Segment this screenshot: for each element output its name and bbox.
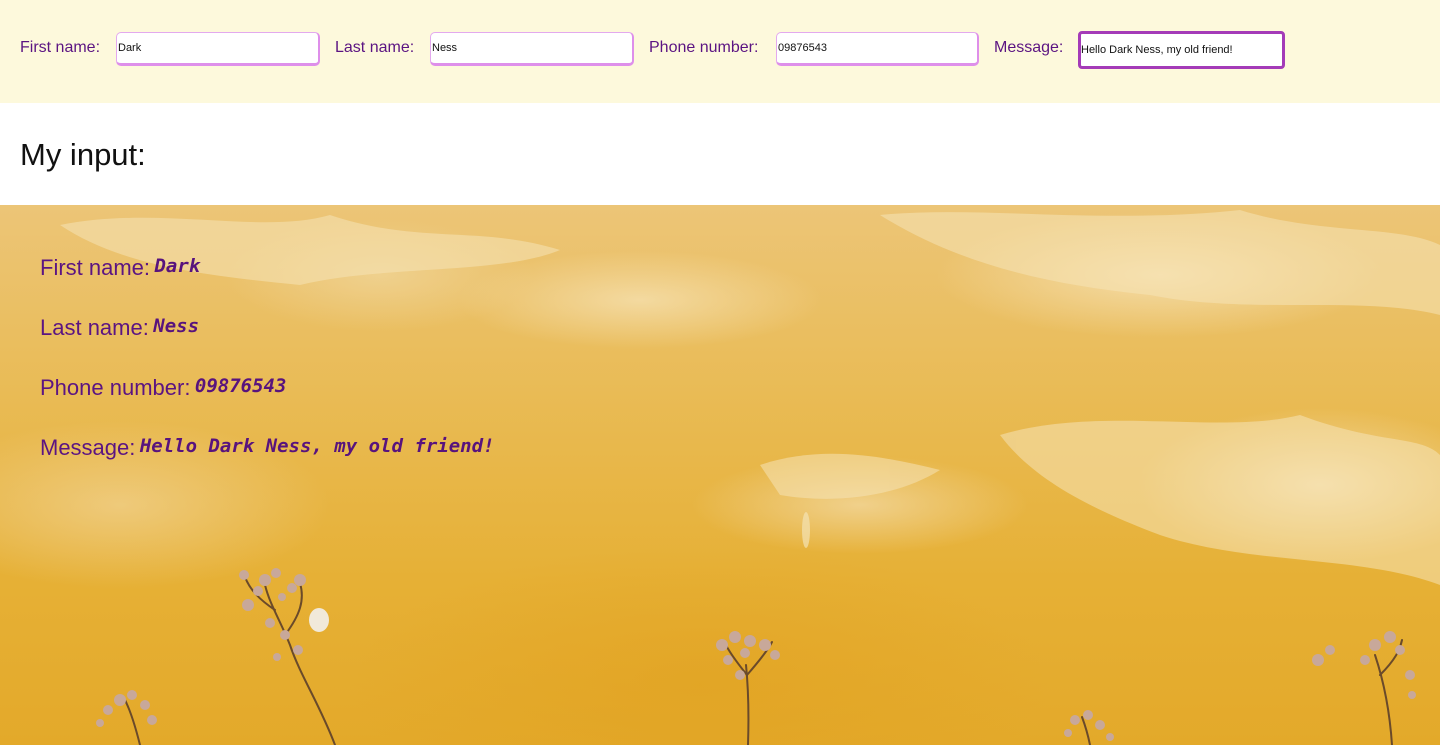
- phone-number-label: Phone number:: [649, 39, 759, 56]
- output-first-name-label: First name:: [40, 255, 151, 280]
- first-name-input[interactable]: [116, 32, 320, 66]
- output-first-name: First name: Dark: [40, 255, 200, 281]
- output-phone-number: Phone number: 09876543: [40, 375, 286, 401]
- output-phone-number-value: 09876543: [194, 375, 287, 397]
- output-message-label: Message:: [40, 435, 136, 460]
- output-last-name-label: Last name:: [40, 315, 149, 340]
- message-input[interactable]: [1078, 31, 1285, 69]
- output-panel: First name: Dark Last name: Ness Phone n…: [0, 205, 1440, 745]
- last-name-label: Last name:: [335, 39, 415, 56]
- last-name-input[interactable]: [430, 32, 634, 66]
- output-first-name-value: Dark: [154, 255, 201, 277]
- output-last-name-value: Ness: [153, 315, 200, 337]
- heading-area: [0, 103, 1440, 205]
- message-label: Message:: [994, 39, 1064, 56]
- output-phone-number-label: Phone number:: [40, 375, 191, 400]
- dried-flowers-image: [60, 210, 1440, 745]
- page-heading: My input:: [20, 137, 146, 172]
- output-last-name: Last name: Ness: [40, 315, 199, 341]
- output-message-value: Hello Dark Ness, my old friend!: [139, 435, 495, 457]
- phone-number-input[interactable]: [776, 32, 979, 66]
- input-form-bar: First name: Last name: Phone number: Mes…: [0, 0, 1440, 103]
- first-name-label: First name:: [20, 39, 101, 56]
- output-message: Message: Hello Dark Ness, my old friend!: [40, 435, 494, 461]
